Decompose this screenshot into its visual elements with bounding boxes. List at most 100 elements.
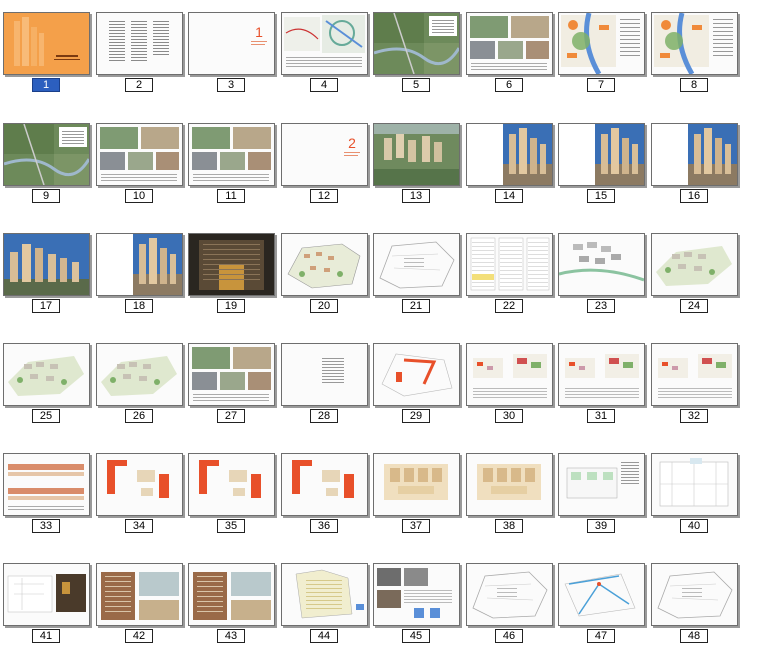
slide-thumbnail-18[interactable]: 18 [96, 225, 188, 313]
slide-preview-massing-green[interactable] [96, 343, 183, 406]
slide-preview-massing-red[interactable] [651, 343, 738, 406]
slide-preview-map-color[interactable] [558, 12, 645, 75]
slide-preview-text-page[interactable] [281, 343, 368, 406]
slide-preview-photos-small[interactable] [373, 563, 460, 626]
slide-preview-photos[interactable] [188, 343, 275, 406]
slide-thumbnail-12[interactable]: 2 12 [281, 115, 373, 203]
slide-preview-site-plan-line[interactable] [466, 563, 553, 626]
slide-thumbnail-30[interactable]: 30 [466, 335, 558, 423]
slide-thumbnail-28[interactable]: 28 [281, 335, 373, 423]
slide-thumbnail-13[interactable]: 13 [373, 115, 465, 203]
slide-thumbnail-33[interactable]: 33 [3, 445, 95, 533]
slide-preview-toc[interactable] [96, 12, 183, 75]
slide-thumbnail-23[interactable]: 23 [558, 225, 650, 313]
slide-preview-massing-green[interactable] [3, 343, 90, 406]
slide-thumbnail-35[interactable]: 35 [188, 445, 280, 533]
slide-thumbnail-11[interactable]: 11 [188, 115, 280, 203]
slide-preview-plan-yellow[interactable] [281, 563, 368, 626]
slide-thumbnail-39[interactable]: 39 [558, 445, 650, 533]
slide-preview-render-night[interactable] [188, 233, 275, 296]
slide-preview-elevations[interactable] [3, 453, 90, 516]
slide-thumbnail-45[interactable]: 45 [373, 555, 465, 643]
slide-thumbnail-25[interactable]: 25 [3, 335, 95, 423]
slide-thumbnail-40[interactable]: 40 [651, 445, 743, 533]
slide-thumbnail-3[interactable]: 13 [188, 4, 280, 92]
slide-preview-site-plan-line[interactable] [373, 233, 460, 296]
slide-preview-facade[interactable] [96, 563, 183, 626]
slide-thumbnail-21[interactable]: 21 [373, 225, 465, 313]
slide-thumbnail-9[interactable]: 9 [3, 115, 95, 203]
slide-thumbnail-27[interactable]: 27 [188, 335, 280, 423]
slide-thumbnail-47[interactable]: 47 [558, 555, 650, 643]
slide-preview-aerial-map[interactable] [3, 123, 90, 186]
slide-preview-render-aerial[interactable] [373, 123, 460, 186]
slide-thumbnail-grid: 1 2 1 3 4 5 6 7 8 9 10 11 2 12 13 14 15 16 17 18 19 20 21 22 23 2… [0, 0, 760, 645]
slide-preview-photos[interactable] [96, 123, 183, 186]
slide-number-label: 3 [217, 78, 245, 92]
slide-thumbnail-36[interactable]: 36 [281, 445, 373, 533]
slide-preview-facade[interactable] [188, 563, 275, 626]
slide-preview-site-plan-red[interactable] [373, 343, 460, 406]
slide-preview-floor-plans-red[interactable] [188, 453, 275, 516]
slide-number-label: 41 [32, 629, 60, 643]
slide-thumbnail-31[interactable]: 31 [558, 335, 650, 423]
slide-thumbnail-34[interactable]: 34 [96, 445, 188, 533]
slide-preview-render-towers[interactable] [558, 123, 645, 186]
slide-preview-table[interactable] [466, 233, 553, 296]
slide-thumbnail-42[interactable]: 42 [96, 555, 188, 643]
slide-preview-map[interactable] [281, 12, 368, 75]
slide-preview-aerial-map[interactable] [373, 12, 460, 75]
slide-preview-massing-red[interactable] [558, 343, 645, 406]
slide-preview-floor-plan-green[interactable] [558, 453, 645, 516]
slide-preview-section[interactable]: 1 [188, 12, 275, 75]
slide-thumbnail-14[interactable]: 14 [466, 115, 558, 203]
slide-thumbnail-6[interactable]: 6 [466, 4, 558, 92]
slide-preview-render-towers[interactable] [96, 233, 183, 296]
slide-thumbnail-24[interactable]: 24 [651, 225, 743, 313]
slide-preview-site-plan-line[interactable] [651, 563, 738, 626]
slide-preview-cover[interactable] [3, 12, 90, 75]
slide-thumbnail-37[interactable]: 37 [373, 445, 465, 533]
slide-thumbnail-15[interactable]: 15 [558, 115, 650, 203]
slide-thumbnail-8[interactable]: 8 [651, 4, 743, 92]
slide-thumbnail-19[interactable]: 19 [188, 225, 280, 313]
slide-preview-massing-red[interactable] [466, 343, 553, 406]
slide-thumbnail-5[interactable]: 5 [373, 4, 465, 92]
slide-preview-photos[interactable] [466, 12, 553, 75]
slide-preview-graphic [284, 15, 365, 67]
slide-thumbnail-38[interactable]: 38 [466, 445, 558, 533]
slide-thumbnail-10[interactable]: 10 [96, 115, 188, 203]
slide-preview-render-towers[interactable] [651, 123, 738, 186]
slide-preview-floor-plan[interactable] [466, 453, 553, 516]
slide-thumbnail-48[interactable]: 48 [651, 555, 743, 643]
slide-preview-section[interactable]: 2 [281, 123, 368, 186]
slide-thumbnail-22[interactable]: 22 [466, 225, 558, 313]
slide-thumbnail-4[interactable]: 4 [281, 4, 373, 92]
slide-preview-floor-plan-line[interactable] [651, 453, 738, 516]
slide-preview-render-towers-wide[interactable] [3, 233, 90, 296]
slide-thumbnail-7[interactable]: 7 [558, 4, 650, 92]
slide-preview-floor-plans-red[interactable] [281, 453, 368, 516]
slide-thumbnail-16[interactable]: 16 [651, 115, 743, 203]
slide-preview-floor-plan-photo[interactable] [3, 563, 90, 626]
slide-preview-site-plan[interactable] [281, 233, 368, 296]
slide-preview-massing[interactable] [558, 233, 645, 296]
slide-preview-map-color[interactable] [651, 12, 738, 75]
slide-preview-site-plan-blue[interactable] [558, 563, 645, 626]
slide-thumbnail-29[interactable]: 29 [373, 335, 465, 423]
slide-thumbnail-2[interactable]: 2 [96, 4, 188, 92]
slide-thumbnail-20[interactable]: 20 [281, 225, 373, 313]
slide-thumbnail-26[interactable]: 26 [96, 335, 188, 423]
slide-preview-massing-green[interactable] [651, 233, 738, 296]
slide-preview-floor-plans-red[interactable] [96, 453, 183, 516]
slide-thumbnail-43[interactable]: 43 [188, 555, 280, 643]
slide-thumbnail-1[interactable]: 1 [3, 4, 95, 92]
slide-thumbnail-44[interactable]: 44 [281, 555, 373, 643]
slide-preview-floor-plan[interactable] [373, 453, 460, 516]
slide-preview-render-towers[interactable] [466, 123, 553, 186]
slide-preview-photos[interactable] [188, 123, 275, 186]
slide-thumbnail-32[interactable]: 32 [651, 335, 743, 423]
slide-thumbnail-46[interactable]: 46 [466, 555, 558, 643]
slide-thumbnail-41[interactable]: 41 [3, 555, 95, 643]
slide-thumbnail-17[interactable]: 17 [3, 225, 95, 313]
